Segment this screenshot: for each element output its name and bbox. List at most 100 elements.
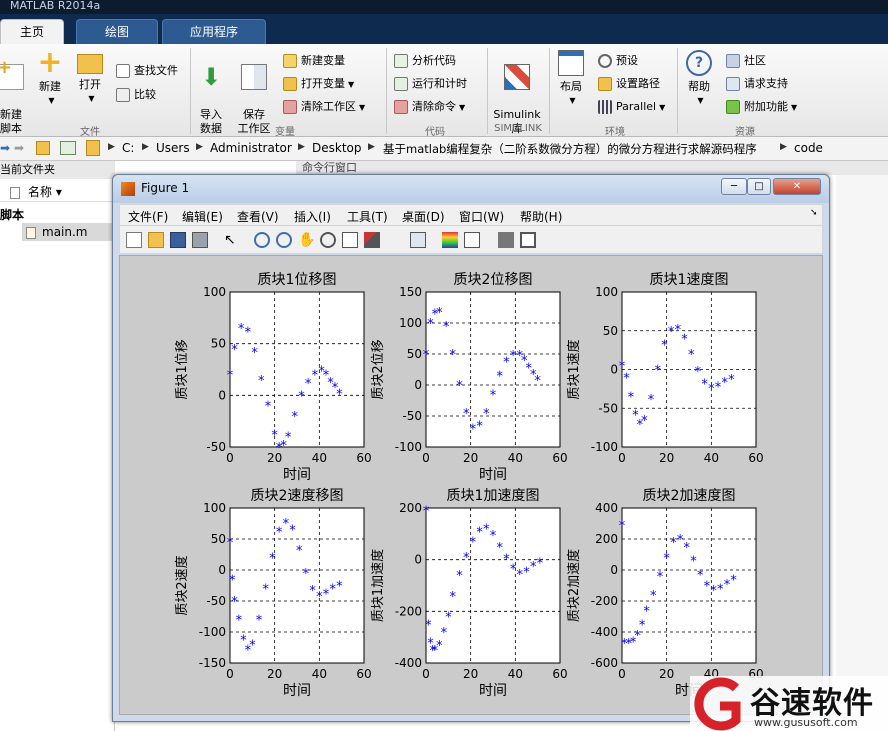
subplot-3: 0 20 40 60-100-50050100质块1速度图质块1速度 *********… [566,272,764,465]
data-point: * [690,555,697,570]
data-point: * [623,371,630,386]
menu-edit[interactable]: 编辑(E) [182,208,223,225]
y-tick-label: 150 [399,285,422,299]
compare-label: 比较 [134,88,156,101]
menu-desktop[interactable]: 桌面(D) [402,208,445,225]
open-icon[interactable] [148,232,164,248]
data-point: * [245,325,252,340]
name-column-header[interactable]: 名称 ▾ [0,182,115,202]
print-icon[interactable] [192,232,208,248]
hide-tools-icon[interactable] [498,232,514,248]
brush-icon[interactable] [364,232,380,248]
new-variable-button[interactable]: 新建变量 [283,52,345,70]
crumb-drive[interactable]: C: [122,141,134,155]
zoom-out-icon[interactable] [276,232,292,248]
group-divider [549,48,550,134]
save-icon[interactable] [170,232,186,248]
crumb-desktop[interactable]: Desktop [312,141,362,155]
data-point: * [262,583,269,598]
menu-tools[interactable]: 工具(T) [347,208,388,225]
rotate-icon[interactable] [320,232,336,248]
compare-button[interactable]: 比较 [116,86,156,104]
x-tick-label: 20 [659,451,674,465]
analyze-code-button[interactable]: 分析代码 [394,52,456,70]
pan-icon[interactable]: ✋ [298,232,315,248]
legend-icon[interactable] [464,232,480,248]
link-icon[interactable] [410,232,426,248]
close-button[interactable]: ✕ [773,178,821,195]
current-folder-title: 当前文件夹 [0,161,115,179]
y-tick-label: 0 [414,378,422,392]
forward-arrow-icon[interactable]: ➡ [14,141,24,155]
figure-title-bar[interactable]: Figure 1 ─ □ ✕ [113,175,829,203]
new-button[interactable]: + 新建 ▼ [34,48,66,108]
preferences-button[interactable]: 预设 [598,52,638,70]
crumb-project-folder[interactable]: 基于matlab编程复杂（二阶系数微分方程）的微分方程进行求解源码程序 [383,141,780,157]
subplot-4: 0 20 40 60-150-100-50050100质块2速度移图时间质块2速度**… [174,488,372,699]
menu-insert[interactable]: 插入(I) [294,208,331,225]
set-path-button[interactable]: 设置路径 [598,75,660,93]
gear-icon [598,54,612,68]
data-cursor-icon[interactable] [342,232,358,248]
x-tick-label: 40 [508,451,523,465]
menu-help[interactable]: 帮助(H) [520,208,562,225]
parallel-button[interactable]: Parallel ▼ [598,98,665,116]
data-point: * [650,589,657,604]
help-button[interactable]: ? 帮助 ▼ [684,50,714,108]
data-point: * [654,364,661,379]
crumb-users[interactable]: Users [156,141,190,155]
chevron-right-icon: ▶ [780,142,787,152]
crumb-code[interactable]: code [794,141,823,155]
import-label: 导入 数据 [200,108,222,135]
data-point: * [256,614,263,629]
colorbar-icon[interactable] [442,232,458,248]
new-script-icon: + [0,59,24,90]
addons-button[interactable]: 附加功能 ▼ [726,98,797,116]
tab-apps[interactable]: 应用程序 [162,19,266,44]
file-list-item[interactable]: main.m [22,223,115,241]
y-tick-label: -50 [206,440,226,454]
minimize-button[interactable]: ─ [721,178,747,195]
subplot-title: 质块1加速度图 [447,488,540,504]
x-axis-label: 时间 [479,467,507,483]
pointer-icon[interactable]: ↖ [224,232,240,248]
tab-plots[interactable]: 绘图 [76,19,158,44]
y-tick-label: 100 [203,501,226,515]
browse-folder-icon[interactable] [60,141,76,155]
request-support-button[interactable]: 请求支持 [726,75,788,93]
menu-view[interactable]: 查看(V) [237,208,279,225]
find-files-button[interactable]: 查找文件 [116,62,178,80]
new-script-label: 新建 脚本 [0,108,22,135]
back-arrow-icon[interactable]: ➡ [0,141,10,155]
show-tools-icon[interactable] [520,232,536,248]
y-tick-label: 50 [211,337,226,351]
current-folder-icon [86,140,100,156]
data-point: * [483,407,490,422]
zoom-in-icon[interactable] [254,232,270,248]
dock-arrow-icon[interactable]: ➘ [810,208,818,218]
file-type-icon [10,186,20,199]
open-variable-button[interactable]: 打开变量 ▼ [283,75,354,93]
data-point: * [445,611,452,626]
clear-commands-button[interactable]: 清除命令 ▼ [394,98,465,116]
y-axis-label: 质块2速度 [174,555,190,615]
layout-button[interactable]: 布局 ▼ [556,50,586,108]
open-button[interactable]: 打开 ▼ [74,50,106,106]
y-tick-label: -50 [402,409,422,423]
up-folder-icon[interactable] [36,141,50,155]
clear-workspace-button[interactable]: 清除工作区 ▼ [283,98,365,116]
data-point: * [681,333,688,348]
menu-file[interactable]: 文件(F) [128,208,168,225]
community-button[interactable]: 社区 [726,52,766,70]
crumb-administrator[interactable]: Administrator [210,141,292,155]
maximize-button[interactable]: □ [747,178,771,195]
new-script-button[interactable]: + 新建 脚本 [0,50,26,136]
watermark-g-icon [694,677,741,731]
new-figure-icon[interactable] [126,232,142,248]
chevron-right-icon: ▶ [142,142,149,152]
import-data-button[interactable]: ⬇ 导入 数据 [196,50,226,136]
run-and-time-button[interactable]: 运行和计时 [394,75,467,93]
app-title: MATLAB R2014a [10,0,101,12]
tab-home[interactable]: 主页 [0,19,64,44]
menu-window[interactable]: 窗口(W) [459,208,504,225]
